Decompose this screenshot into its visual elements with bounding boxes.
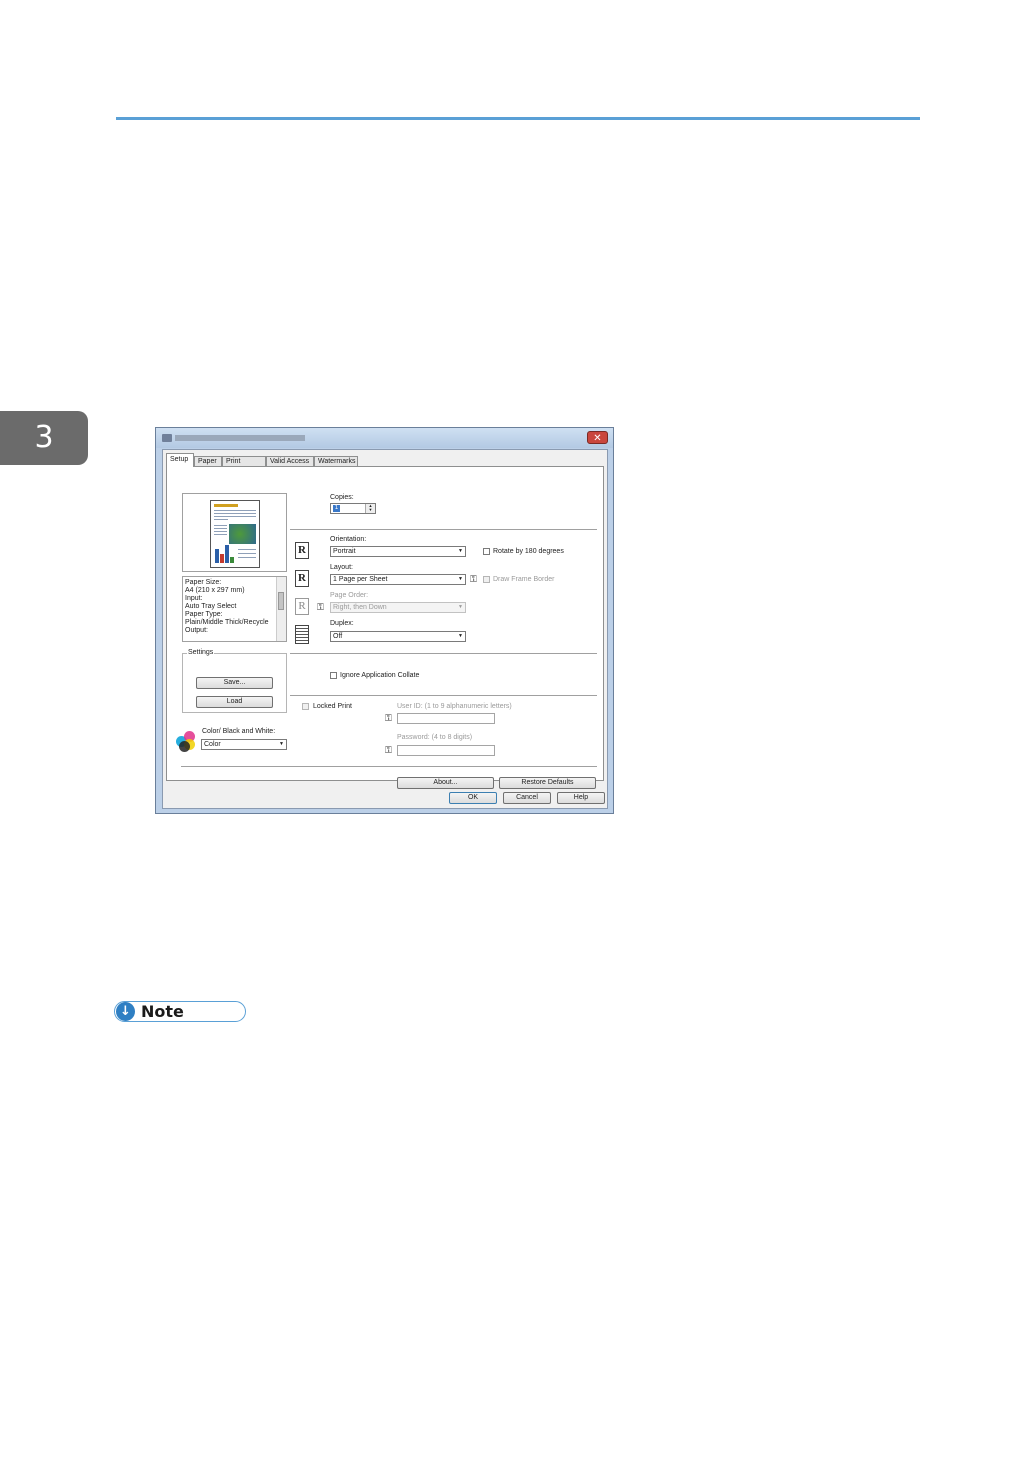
duplex-icon (295, 625, 309, 644)
color-icon (176, 731, 196, 752)
copies-value: 1 (333, 505, 340, 512)
summary-line: Output: (185, 627, 208, 634)
divider (290, 653, 597, 654)
preview-page-thumbnail (210, 500, 260, 568)
duplex-label: Duplex: (330, 620, 354, 627)
rotate-180-label: Rotate by 180 degrees (493, 548, 564, 555)
orientation-label: Orientation: (330, 536, 367, 543)
chapter-tab: 3 (0, 411, 88, 465)
cancel-button[interactable]: Cancel (503, 792, 551, 804)
summary-line: Input: (185, 595, 203, 602)
orientation-select[interactable]: Portrait ▼ (330, 546, 466, 557)
color-bw-label: Color/ Black and White: (202, 728, 276, 735)
layout-select[interactable]: 1 Page per Sheet ▼ (330, 574, 466, 585)
about-button[interactable]: About... (397, 777, 494, 789)
summary-line: Auto Tray Select (185, 603, 237, 610)
tab-watermarks[interactable]: Watermarks (314, 456, 358, 466)
layout-select-value: 1 Page per Sheet (333, 576, 388, 583)
divider (181, 766, 597, 767)
ignore-collate-checkbox[interactable] (330, 672, 337, 679)
summary-line: Plain/Middle Thick/Recycle (185, 619, 269, 626)
summary-scrollbar[interactable] (276, 577, 286, 641)
color-select-value: Color (204, 741, 221, 748)
key-icon: ⚿ (317, 602, 324, 612)
tab-valid-access[interactable]: Valid Access (266, 456, 314, 466)
page-order-select[interactable]: Right, then Down ▼ (330, 602, 466, 613)
ok-button[interactable]: OK (449, 792, 497, 804)
title-bar[interactable]: ✕ (156, 428, 613, 448)
frame-border-label: Draw Frame Border (493, 576, 555, 583)
user-id-input[interactable] (397, 713, 495, 724)
divider (290, 529, 597, 530)
key-icon: ⚿ (385, 713, 392, 723)
page-order-select-value: Right, then Down (333, 604, 387, 611)
note-label: Note (141, 1002, 184, 1021)
load-button[interactable]: Load (196, 696, 273, 708)
duplex-select-value: Off (333, 633, 343, 640)
window-title-blurred (175, 435, 305, 441)
layout-icon: R (295, 570, 309, 587)
layout-label: Layout: (330, 564, 353, 571)
down-arrow-circle-icon: ↓ (116, 1002, 135, 1021)
rotate-180-checkbox[interactable] (483, 548, 490, 555)
summary-line: A4 (210 x 297 mm) (185, 587, 245, 594)
copies-spinner[interactable]: 1 ▲ ▼ (330, 503, 376, 514)
page-order-label: Page Order: (330, 592, 369, 599)
orientation-icon: R (295, 542, 309, 559)
close-button[interactable]: ✕ (587, 431, 608, 444)
locked-print-label: Locked Print (313, 703, 352, 710)
page-preview (182, 493, 287, 572)
settings-group: Settings Save... Load (182, 649, 287, 713)
copies-label: Copies: (330, 494, 354, 501)
color-select[interactable]: Color ▼ (201, 739, 287, 750)
duplex-select[interactable]: Off ▼ (330, 631, 466, 642)
dialog-body: Setup Paper Print Quality Valid Access W… (162, 449, 608, 809)
tab-paper[interactable]: Paper (194, 456, 222, 466)
setup-panel: Paper Size: A4 (210 x 297 mm) Input: Aut… (166, 466, 604, 789)
orientation-select-value: Portrait (333, 548, 356, 555)
print-settings-dialog: ✕ Setup Paper Print Quality Valid Access… (155, 427, 614, 814)
ignore-collate-label: Ignore Application Collate (340, 672, 420, 679)
summary-line: Paper Type: (185, 611, 223, 618)
printer-icon (162, 434, 172, 442)
frame-border-checkbox[interactable] (483, 576, 490, 583)
tab-print-quality[interactable]: Print Quality (222, 456, 266, 475)
page-order-icon: R (295, 598, 309, 615)
settings-group-label: Settings (187, 649, 215, 657)
password-input[interactable] (397, 745, 495, 756)
tab-setup[interactable]: Setup (166, 453, 194, 467)
save-button[interactable]: Save... (196, 677, 273, 689)
password-label: Password: (4 to 8 digits) (397, 734, 473, 741)
spinner-arrows-icon[interactable]: ▲ ▼ (365, 504, 375, 513)
user-id-label: User ID: (1 to 9 alphanumeric letters) (397, 703, 512, 710)
summary-line: Paper Size: (185, 579, 222, 586)
key-icon: ⚿ (470, 574, 477, 584)
locked-print-checkbox[interactable] (302, 703, 309, 710)
help-button[interactable]: Help (557, 792, 605, 804)
settings-summary-list[interactable]: Paper Size: A4 (210 x 297 mm) Input: Aut… (182, 576, 287, 642)
header-rule (116, 117, 920, 120)
divider (290, 695, 597, 696)
note-heading: ↓ Note (114, 1001, 246, 1022)
restore-defaults-button[interactable]: Restore Defaults (499, 777, 596, 789)
key-icon: ⚿ (385, 745, 392, 755)
